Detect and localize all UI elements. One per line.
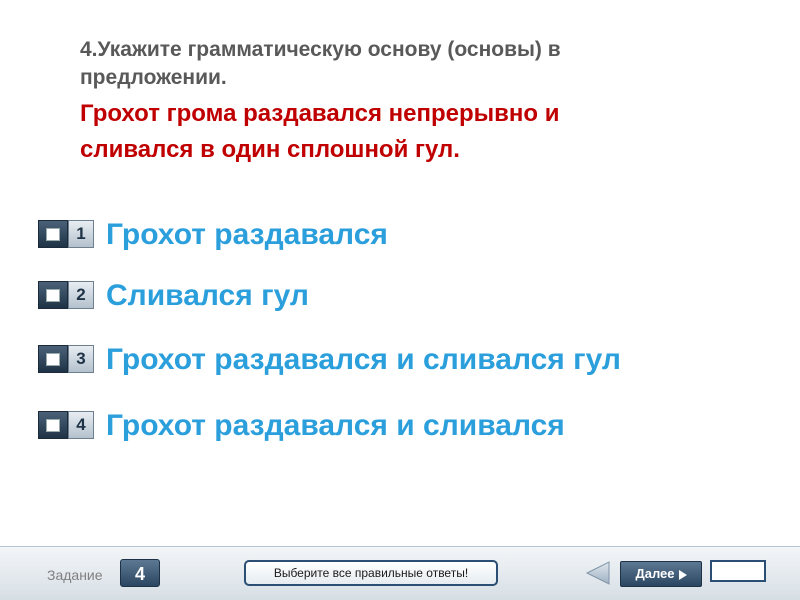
option-text[interactable]: Сливался гул xyxy=(106,279,309,313)
checkbox-icon[interactable] xyxy=(38,220,68,248)
checkbox-face xyxy=(46,418,60,432)
footer-bar: Задание 4 Выберите все правильные ответы… xyxy=(0,546,800,600)
checkbox-icon[interactable] xyxy=(38,411,68,439)
question-sentence: Грохот грома раздавался непрерывно и сли… xyxy=(80,100,560,163)
option-number: 3 xyxy=(68,345,94,373)
option-selector[interactable]: 4 xyxy=(38,411,94,441)
answer-option-2[interactable]: 2 Сливался гул xyxy=(38,276,309,316)
checkbox-face xyxy=(46,227,60,241)
checkbox-icon[interactable] xyxy=(38,281,68,309)
answer-field[interactable] xyxy=(710,560,766,582)
option-text[interactable]: Грохот раздавался и сливался гул xyxy=(106,343,621,377)
checkbox-face xyxy=(46,288,60,302)
option-number: 2 xyxy=(68,281,94,309)
play-triangle-icon xyxy=(678,569,687,580)
answer-option-1[interactable]: 1 Грохот раздавался xyxy=(38,215,388,255)
option-number: 1 xyxy=(68,220,94,248)
question-block: 4.Укажите грамматическую основу (основы)… xyxy=(80,36,760,168)
option-text[interactable]: Грохот раздавался и сливался xyxy=(106,409,565,443)
answer-option-3[interactable]: 3 Грохот раздавался и сливался гул xyxy=(38,340,621,380)
task-label: Задание xyxy=(47,567,103,583)
option-text[interactable]: Грохот раздавался xyxy=(106,218,388,252)
option-selector[interactable]: 2 xyxy=(38,281,94,311)
back-arrow-icon[interactable] xyxy=(585,561,611,585)
hint-message: Выберите все правильные ответы! xyxy=(244,560,498,586)
option-number: 4 xyxy=(68,411,94,439)
checkbox-face xyxy=(46,352,60,366)
task-number-badge: 4 xyxy=(120,559,160,587)
option-selector[interactable]: 1 xyxy=(38,220,94,250)
option-selector[interactable]: 3 xyxy=(38,345,94,375)
next-button[interactable]: Далее xyxy=(620,561,702,587)
question-instruction: 4.Укажите грамматическую основу (основы)… xyxy=(80,38,561,89)
test-page: 4.Укажите грамматическую основу (основы)… xyxy=(0,0,800,600)
checkbox-icon[interactable] xyxy=(38,345,68,373)
answer-option-4[interactable]: 4 Грохот раздавался и сливался xyxy=(38,406,565,446)
next-button-label: Далее xyxy=(635,566,675,581)
